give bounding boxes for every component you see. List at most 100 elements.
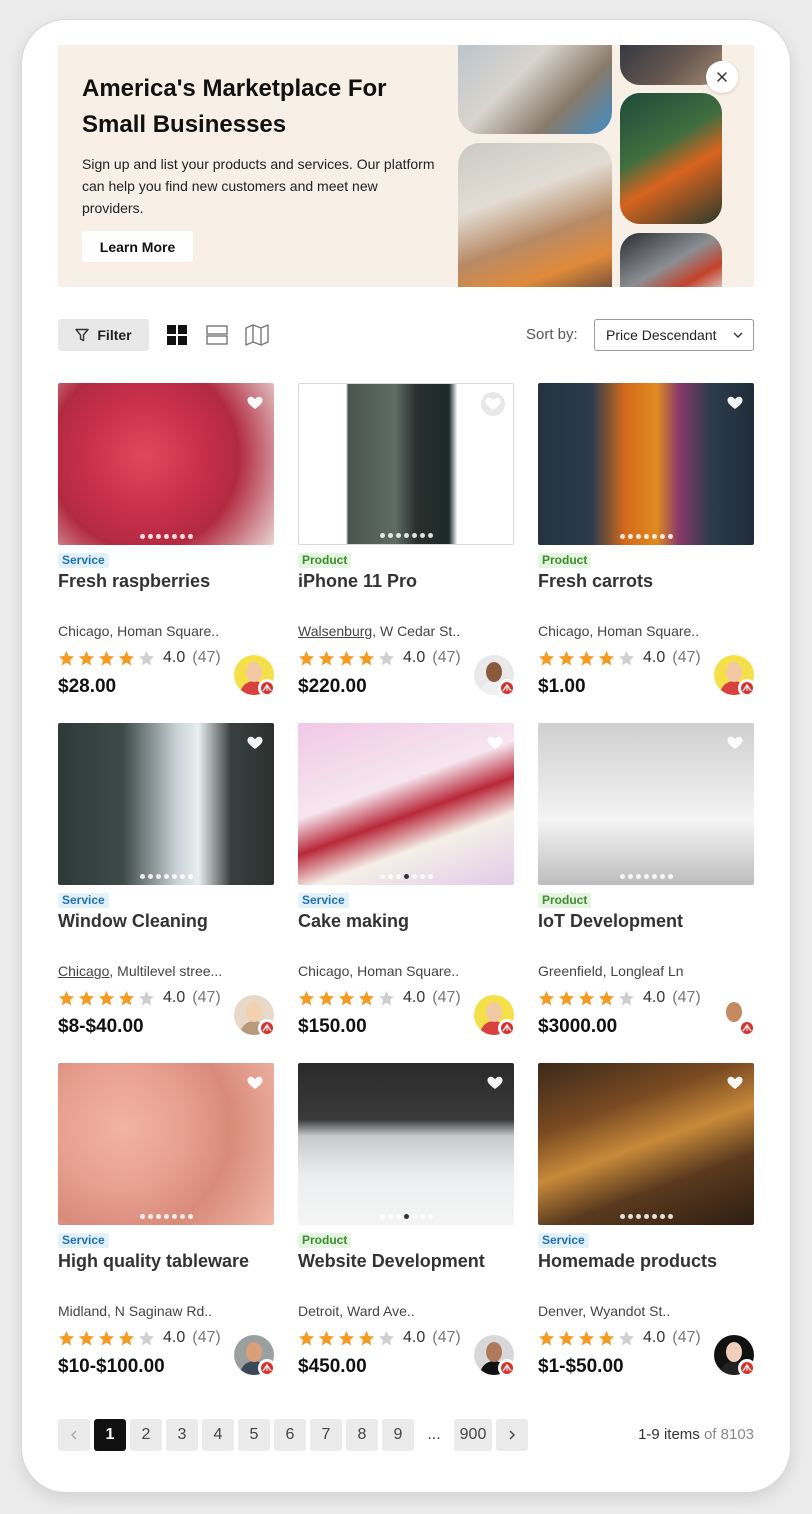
grid-view-button[interactable] bbox=[165, 323, 189, 347]
carousel-dot[interactable] bbox=[139, 874, 145, 879]
carousel-dot[interactable] bbox=[403, 874, 409, 879]
raspberries-image[interactable] bbox=[58, 383, 274, 545]
favorite-button[interactable] bbox=[484, 732, 506, 754]
carousel-dot[interactable] bbox=[643, 1214, 649, 1219]
carousel-dot[interactable] bbox=[635, 874, 641, 879]
carousel-dot[interactable] bbox=[171, 874, 177, 879]
carousel-dot[interactable] bbox=[155, 534, 161, 539]
carousel-dot[interactable] bbox=[387, 533, 393, 538]
favorite-button[interactable] bbox=[724, 732, 746, 754]
carousel-dot[interactable] bbox=[155, 874, 161, 879]
carousel-dot[interactable] bbox=[139, 534, 145, 539]
favorite-button[interactable] bbox=[244, 1072, 266, 1094]
carousel-dot[interactable] bbox=[627, 1214, 633, 1219]
card-title[interactable]: iPhone 11 Pro bbox=[298, 571, 417, 592]
prev-page-button[interactable] bbox=[58, 1419, 90, 1451]
card-title[interactable]: High quality tableware bbox=[58, 1251, 249, 1272]
carousel-dot[interactable] bbox=[171, 1214, 177, 1219]
product-card[interactable]: Service High quality tableware Midland, N … bbox=[58, 1063, 276, 1377]
carousel-dot[interactable] bbox=[179, 1214, 185, 1219]
carousel-dot[interactable] bbox=[147, 874, 153, 879]
carousel-dot[interactable] bbox=[667, 1214, 673, 1219]
carousel-dot[interactable] bbox=[643, 534, 649, 539]
learn-more-button[interactable]: Learn More bbox=[82, 231, 193, 262]
carousel-dot[interactable] bbox=[427, 533, 433, 538]
carousel-dot[interactable] bbox=[171, 534, 177, 539]
carousel-dot[interactable] bbox=[651, 1214, 657, 1219]
carousel-dot[interactable] bbox=[411, 533, 417, 538]
carousel-dot[interactable] bbox=[395, 533, 401, 538]
carousel-dot[interactable] bbox=[147, 1214, 153, 1219]
carousel-dot[interactable] bbox=[427, 874, 433, 879]
carousel-dot[interactable] bbox=[667, 874, 673, 879]
tableware-image[interactable] bbox=[58, 1063, 274, 1225]
location-link[interactable]: Chicago bbox=[58, 963, 109, 979]
page-button-6[interactable]: 6 bbox=[274, 1419, 306, 1451]
carousel-dot[interactable] bbox=[403, 1214, 409, 1219]
carousel-dot[interactable] bbox=[187, 1214, 193, 1219]
card-title[interactable]: Window Cleaning bbox=[58, 911, 208, 932]
product-card[interactable]: Service Fresh raspberries Chicago, Homan S… bbox=[58, 383, 276, 697]
carousel-dot[interactable] bbox=[403, 533, 409, 538]
page-button-8[interactable]: 8 bbox=[346, 1419, 378, 1451]
page-button-3[interactable]: 3 bbox=[166, 1419, 198, 1451]
carousel-dot[interactable] bbox=[187, 874, 193, 879]
page-button-4[interactable]: 4 bbox=[202, 1419, 234, 1451]
carousel-dot[interactable] bbox=[419, 1214, 425, 1219]
carousel-dot[interactable] bbox=[379, 1214, 385, 1219]
favorite-button[interactable] bbox=[724, 392, 746, 414]
carrots-image[interactable] bbox=[538, 383, 754, 545]
favorite-button[interactable] bbox=[484, 1072, 506, 1094]
carousel-dot[interactable] bbox=[635, 1214, 641, 1219]
carousel-dot[interactable] bbox=[659, 534, 665, 539]
card-title[interactable]: IoT Development bbox=[538, 911, 683, 932]
product-card[interactable]: Product iPhone 11 Pro Walsenburg, W Cedar … bbox=[298, 383, 516, 697]
card-title[interactable]: Fresh carrots bbox=[538, 571, 653, 592]
cake-image[interactable] bbox=[298, 723, 514, 885]
carousel-dot[interactable] bbox=[411, 1214, 417, 1219]
page-button-9[interactable]: 9 bbox=[382, 1419, 414, 1451]
carousel-dot[interactable] bbox=[619, 874, 625, 879]
map-view-button[interactable] bbox=[245, 323, 269, 347]
card-title[interactable]: Cake making bbox=[298, 911, 409, 932]
sort-dropdown[interactable]: Price Descendant bbox=[594, 319, 754, 351]
carousel-dot[interactable] bbox=[387, 1214, 393, 1219]
list-view-button[interactable] bbox=[205, 323, 229, 347]
page-button-7[interactable]: 7 bbox=[310, 1419, 342, 1451]
carousel-dot[interactable] bbox=[147, 534, 153, 539]
carousel-dot[interactable] bbox=[163, 534, 169, 539]
card-title[interactable]: Homemade products bbox=[538, 1251, 717, 1272]
carousel-dot[interactable] bbox=[411, 874, 417, 879]
carousel-dot[interactable] bbox=[651, 534, 657, 539]
carousel-dot[interactable] bbox=[651, 874, 657, 879]
carousel-dot[interactable] bbox=[659, 874, 665, 879]
product-card[interactable]: Product Fresh carrots Chicago, Homan Squar… bbox=[538, 383, 756, 697]
laptop-image[interactable] bbox=[298, 1063, 514, 1225]
carousel-dot[interactable] bbox=[419, 533, 425, 538]
page-button-1[interactable]: 1 bbox=[94, 1419, 126, 1451]
page-button-2[interactable]: 2 bbox=[130, 1419, 162, 1451]
carousel-dot[interactable] bbox=[643, 874, 649, 879]
page-button-5[interactable]: 5 bbox=[238, 1419, 270, 1451]
carousel-dot[interactable] bbox=[163, 1214, 169, 1219]
carousel-dot[interactable] bbox=[139, 1214, 145, 1219]
favorite-button[interactable] bbox=[481, 392, 505, 416]
homemade-products-image[interactable] bbox=[538, 1063, 754, 1225]
carousel-dot[interactable] bbox=[395, 1214, 401, 1219]
product-card[interactable]: Service Window Cleaning Chicago, Multileve… bbox=[58, 723, 276, 1037]
location-link[interactable]: Walsenburg bbox=[298, 623, 372, 639]
filter-button[interactable]: Filter bbox=[58, 319, 149, 351]
robot-image[interactable] bbox=[538, 723, 754, 885]
window-cleaning-image[interactable] bbox=[58, 723, 274, 885]
carousel-dot[interactable] bbox=[619, 1214, 625, 1219]
carousel-dot[interactable] bbox=[667, 534, 673, 539]
carousel-dot[interactable] bbox=[627, 534, 633, 539]
iphone-image[interactable] bbox=[298, 383, 514, 545]
card-title[interactable]: Fresh raspberries bbox=[58, 571, 210, 592]
carousel-dot[interactable] bbox=[635, 534, 641, 539]
carousel-dot[interactable] bbox=[155, 1214, 161, 1219]
product-card[interactable]: Product IoT Development Greenfield, Longle… bbox=[538, 723, 756, 1037]
favorite-button[interactable] bbox=[244, 732, 266, 754]
carousel-dot[interactable] bbox=[619, 534, 625, 539]
product-card[interactable]: Product Website Development Detroit, Ward … bbox=[298, 1063, 516, 1377]
